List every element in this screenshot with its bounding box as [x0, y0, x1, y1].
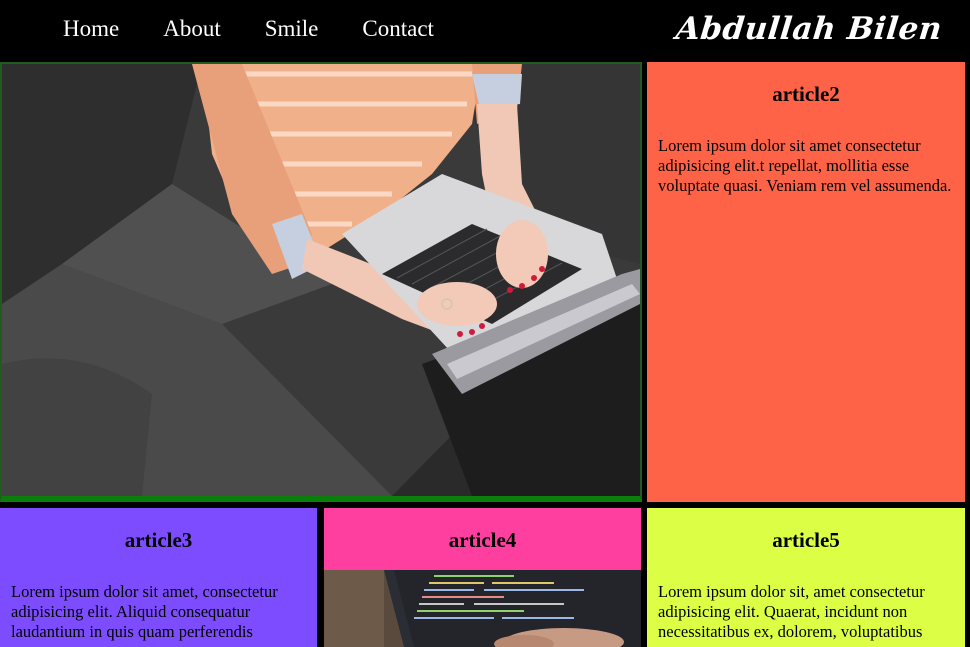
- nav-link-smile[interactable]: Smile: [265, 14, 319, 44]
- article4-title: article4: [448, 528, 517, 552]
- nav-link-contact[interactable]: Contact: [362, 14, 434, 44]
- laptop-photo-image: [2, 64, 640, 496]
- nav-link-home[interactable]: Home: [63, 14, 119, 44]
- article5-title: article5: [772, 528, 840, 552]
- article1-hero-image: [0, 62, 642, 502]
- article2-card: article2 Lorem ipsum dolor sit amet cons…: [647, 62, 965, 502]
- article3-text: Lorem ipsum dolor sit amet, consectetur …: [11, 582, 278, 641]
- article2-text: Lorem ipsum dolor sit amet consectetur a…: [658, 136, 952, 195]
- site-logo[interactable]: Abdullah Bilen: [674, 8, 944, 50]
- article5-text: Lorem ipsum dolor sit, amet consectetur …: [658, 582, 925, 641]
- code-laptop-image: [324, 570, 641, 647]
- article5-card: article5 Lorem ipsum dolor sit, amet con…: [647, 508, 965, 647]
- article3-card: article3 Lorem ipsum dolor sit amet, con…: [0, 508, 317, 647]
- top-navigation-bar: Home About Smile Contact Abdullah Bilen: [0, 0, 970, 62]
- article4-card: article4: [324, 508, 641, 647]
- main-nav: Home About Smile Contact: [63, 14, 478, 44]
- page: Home About Smile Contact Abdullah Bilen: [0, 0, 970, 647]
- nav-link-about[interactable]: About: [163, 14, 221, 44]
- article3-title: article3: [124, 528, 193, 552]
- article2-title: article2: [772, 82, 840, 106]
